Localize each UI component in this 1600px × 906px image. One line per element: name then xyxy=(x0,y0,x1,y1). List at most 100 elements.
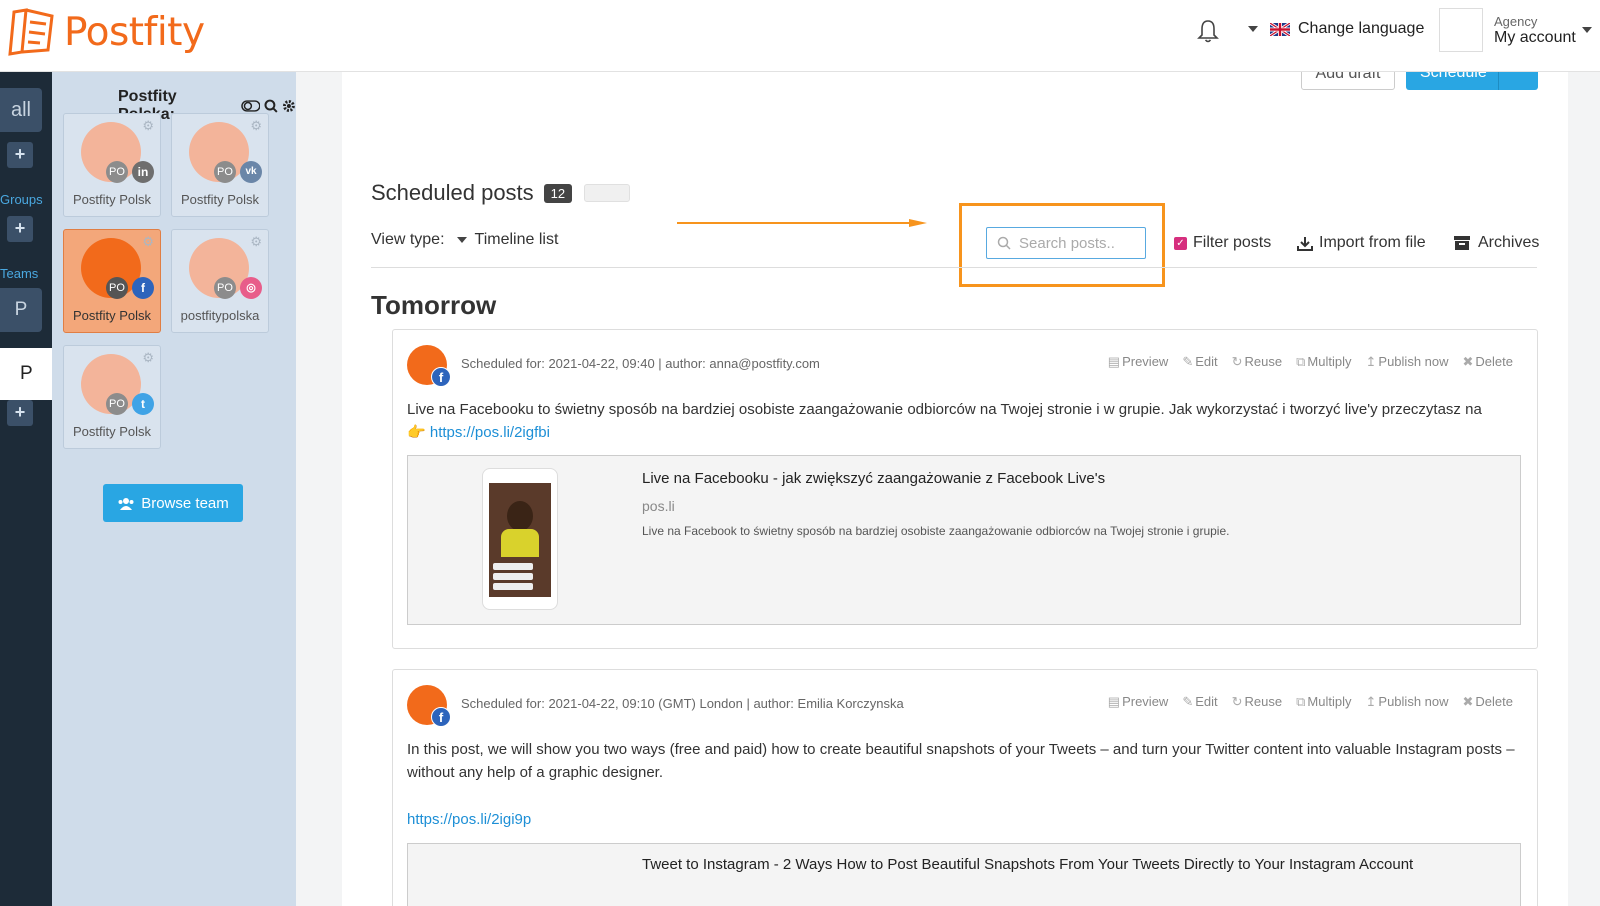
archives-button[interactable]: Archives xyxy=(1454,234,1539,252)
po-badge: PO xyxy=(106,161,128,183)
delete-button[interactable]: ✖ Delete xyxy=(1463,354,1513,370)
tile-gear-icon[interactable]: ⚙ xyxy=(250,118,262,134)
post-actions: ▤ Preview ✎ Edit ↻ Reuse ⧉ Multiply ↥ Publish… xyxy=(1108,354,1513,370)
preview-button[interactable]: ▤ Preview xyxy=(1108,354,1169,370)
import-from-file-button[interactable]: Import from file xyxy=(1297,234,1426,252)
top-bar: Postfity Change language Agency My accou… xyxy=(0,0,1600,72)
add-team-button[interactable]: + xyxy=(7,400,33,426)
archives-label: Archives xyxy=(1478,234,1540,251)
account-name: Postfity Polsk xyxy=(72,192,152,207)
reuse-button[interactable]: ↻ Reuse xyxy=(1232,694,1282,710)
account-tile-vk[interactable]: PO vk ⚙ Postfity Polsk xyxy=(171,113,269,217)
search-icon[interactable] xyxy=(264,99,278,113)
account-tile-linkedin[interactable]: PO in ⚙ Postfity Polsk xyxy=(63,113,161,217)
delete-button[interactable]: ✖ Delete xyxy=(1463,694,1513,710)
bell-icon[interactable] xyxy=(1196,18,1220,44)
account-name: postfitypolska xyxy=(180,308,260,323)
account-tile-twitter[interactable]: PO t ⚙ Postfity Polsk xyxy=(63,345,161,449)
account-tile-instagram[interactable]: PO ◎ ⚙ postfitypolska xyxy=(171,229,269,333)
po-badge: PO xyxy=(106,393,128,415)
rail-add-button[interactable]: + xyxy=(7,142,33,168)
edit-button[interactable]: ✎ Edit xyxy=(1182,354,1217,370)
publish-now-label: Publish now xyxy=(1378,354,1449,369)
scheduled-posts-header: Scheduled posts 12 xyxy=(371,180,631,206)
rail-all-button[interactable]: all xyxy=(0,88,42,132)
add-group-button[interactable]: + xyxy=(7,216,33,242)
account-menu[interactable]: Agency My account xyxy=(1494,14,1576,47)
multiply-label: Multiply xyxy=(1307,354,1352,369)
preview-title: Live na Facebooku - jak zwiększyć zaanga… xyxy=(642,470,1106,487)
delete-label: Delete xyxy=(1475,694,1513,709)
preview-label: Preview xyxy=(1122,694,1169,709)
preview-button[interactable]: ▤ Preview xyxy=(1108,694,1169,710)
account-avatar[interactable] xyxy=(1439,8,1483,52)
section-heading-tomorrow: Tomorrow xyxy=(371,290,497,320)
reuse-label: Reuse xyxy=(1244,694,1283,709)
multiply-button[interactable]: ⧉ Multiply xyxy=(1296,694,1351,710)
post-meta: Scheduled for: 2021-04-22, 09:10 (GMT) L… xyxy=(461,696,904,711)
filter-posts-label: Filter posts xyxy=(1193,234,1272,251)
search-icon xyxy=(997,236,1011,250)
logo-icon xyxy=(8,8,54,56)
logo[interactable]: Postfity xyxy=(6,6,205,58)
publish-now-button[interactable]: ↥ Publish now xyxy=(1366,354,1449,370)
account-label: My account xyxy=(1494,29,1576,47)
gear-icon[interactable] xyxy=(282,99,296,113)
caret-down-icon xyxy=(1248,26,1258,32)
link-preview[interactable]: Live na Facebooku - jak zwiększyć zaanga… xyxy=(407,455,1521,625)
rail-team-p-active[interactable]: P xyxy=(0,348,52,400)
edit-label: Edit xyxy=(1195,354,1218,369)
link-preview[interactable]: Tweet to Instagram - 2 Ways How to Post … xyxy=(407,843,1521,906)
reuse-button[interactable]: ↻ Reuse xyxy=(1232,354,1282,370)
thumbnail-figure-head xyxy=(507,501,533,531)
account-caret-icon[interactable] xyxy=(1582,27,1592,33)
scheduled-posts-card: Scheduled posts 12 View type: Timeline l… xyxy=(342,150,1568,906)
post-link[interactable]: https://pos.li/2igfbi xyxy=(430,424,550,441)
po-badge: PO xyxy=(214,277,236,299)
users-icon xyxy=(118,497,134,510)
change-language-label: Change language xyxy=(1298,20,1425,37)
logo-text: Postfity xyxy=(64,9,205,55)
multiply-label: Multiply xyxy=(1307,694,1352,709)
view-type-select[interactable]: Timeline list xyxy=(475,231,559,249)
left-rail: all + Groups + Teams P P + xyxy=(0,72,52,906)
multiply-button[interactable]: ⧉ Multiply xyxy=(1296,354,1351,370)
browse-team-button[interactable]: Browse team xyxy=(103,484,243,522)
tile-gear-icon[interactable]: ⚙ xyxy=(142,234,154,250)
publish-now-button[interactable]: ↥ Publish now xyxy=(1366,694,1449,710)
change-language-button[interactable]: Change language xyxy=(1248,20,1424,38)
refresh-icon: ↻ xyxy=(1231,694,1243,709)
checkbox-checked-icon[interactable]: ✓ xyxy=(1174,236,1187,250)
search-field[interactable] xyxy=(986,227,1146,259)
thumbnail-image xyxy=(489,483,551,597)
rail-team-p[interactable]: P xyxy=(0,288,42,332)
post-body: Live na Facebooku to świetny sposób na b… xyxy=(407,401,1482,418)
archive-icon xyxy=(1454,236,1470,250)
account-name: Postfity Polsk xyxy=(180,192,260,207)
tile-gear-icon[interactable]: ⚙ xyxy=(250,234,262,250)
account-tile-facebook[interactable]: PO f ⚙ Postfity Polsk xyxy=(63,229,161,333)
view-type-label: View type: xyxy=(371,231,445,248)
import-label: Import from file xyxy=(1319,234,1426,251)
copy-icon: ⧉ xyxy=(1296,354,1306,369)
filter-posts-toggle[interactable]: ✓ Filter posts xyxy=(1174,234,1271,252)
pencil-icon: ✎ xyxy=(1182,354,1194,369)
edit-button[interactable]: ✎ Edit xyxy=(1182,694,1217,710)
preview-title: Tweet to Instagram - 2 Ways How to Post … xyxy=(642,856,1414,873)
uk-flag-icon xyxy=(1270,22,1290,36)
facebook-icon: f xyxy=(132,277,154,299)
count-badge: 12 xyxy=(543,183,573,203)
account-name: Postfity Polsk xyxy=(72,424,152,439)
po-badge: PO xyxy=(214,161,236,183)
tile-gear-icon[interactable]: ⚙ xyxy=(142,118,154,134)
caret-down-icon[interactable] xyxy=(456,237,467,243)
facebook-icon: f xyxy=(431,367,451,387)
delete-label: Delete xyxy=(1475,354,1513,369)
search-posts-input[interactable] xyxy=(1019,234,1139,252)
edit-label: Edit xyxy=(1195,694,1218,709)
tile-gear-icon[interactable]: ⚙ xyxy=(142,350,154,366)
preview-description: Live na Facebook to świetny sposób na ba… xyxy=(642,524,1230,538)
post-card: f Scheduled for: 2021-04-22, 09:40 | aut… xyxy=(392,329,1538,649)
toggle-icon[interactable] xyxy=(240,99,261,113)
post-link[interactable]: https://pos.li/2igi9p xyxy=(407,808,1517,831)
